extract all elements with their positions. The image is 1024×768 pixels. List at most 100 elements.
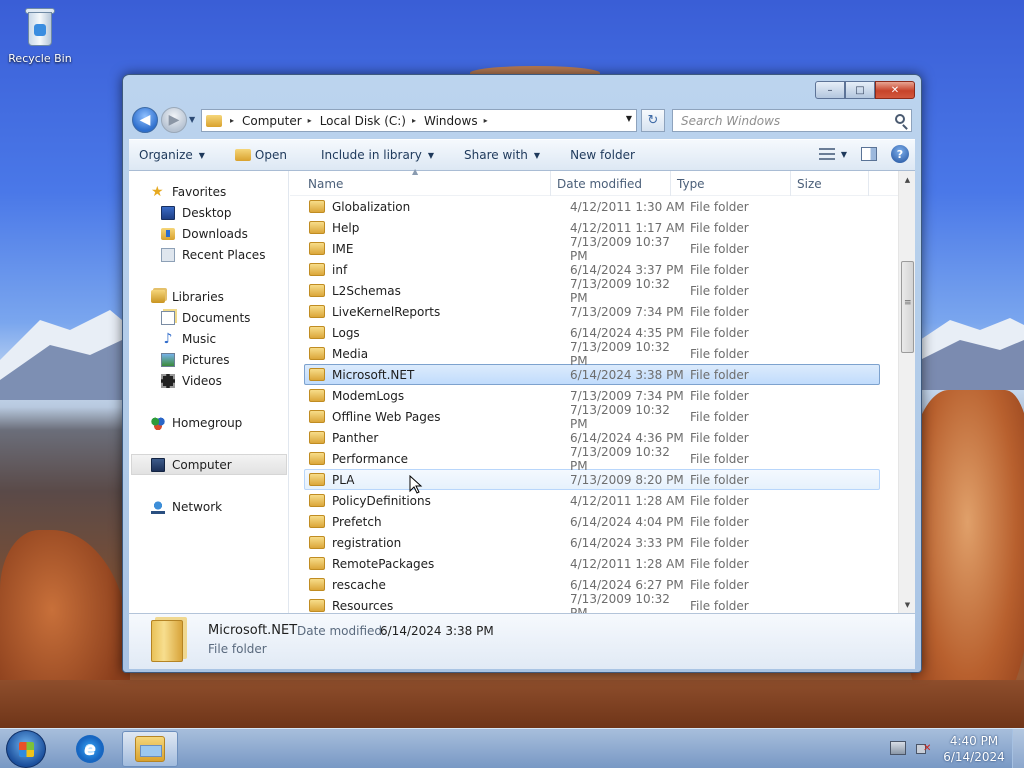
preview-pane-icon[interactable] — [861, 147, 877, 161]
search-icon[interactable] — [895, 114, 905, 124]
nav-favorites[interactable]: ★ Favorites — [129, 181, 288, 202]
folder-icon — [309, 284, 325, 297]
nav-label: Network — [172, 499, 223, 514]
clock[interactable]: 4:40 PM 6/14/2024 — [943, 733, 1005, 765]
breadcrumb-separator[interactable]: ▸ — [484, 116, 488, 125]
taskbar-internet-explorer[interactable]: e — [62, 731, 118, 767]
nav-videos[interactable]: Videos — [129, 370, 288, 391]
organize-button[interactable]: Organize ▼ — [129, 148, 215, 162]
change-view-icon[interactable] — [818, 148, 835, 160]
file-name: Panther — [332, 430, 379, 445]
nav-documents[interactable]: Documents — [129, 307, 288, 328]
file-date-modified: 4/12/2011 1:30 AM — [570, 199, 685, 214]
nav-network[interactable]: Network — [129, 496, 288, 517]
file-row[interactable]: LiveKernelReports 7/13/2009 7:34 PM File f… — [304, 301, 880, 322]
videos-icon — [161, 373, 175, 388]
file-type: File folder — [690, 220, 749, 235]
file-name: Resources — [332, 598, 394, 613]
breadcrumb-computer[interactable]: Computer — [242, 114, 302, 128]
breadcrumb-separator[interactable]: ▸ — [230, 116, 234, 125]
forward-button[interactable]: ▶ — [161, 107, 187, 133]
nav-computer[interactable]: Computer — [131, 454, 287, 475]
column-header-date-modified[interactable]: Date modified — [551, 171, 671, 196]
file-row[interactable]: IME 7/13/2009 10:37 PM File folder — [304, 235, 880, 263]
folder-open-icon — [234, 149, 251, 161]
file-row[interactable]: Prefetch 6/14/2024 4:04 PM File folder — [304, 511, 880, 532]
column-label: Size — [797, 176, 822, 191]
address-history-dropdown[interactable]: ▼ — [626, 114, 632, 123]
nav-desktop[interactable]: Desktop — [129, 202, 288, 223]
new-folder-label: New folder — [570, 148, 635, 162]
desktop-icon — [161, 205, 175, 220]
column-label: Name — [308, 176, 344, 191]
nav-label: Favorites — [172, 184, 227, 199]
taskbar-windows-explorer[interactable] — [122, 731, 178, 767]
scroll-down-arrow[interactable]: ▼ — [899, 596, 916, 613]
column-header-type[interactable]: Type — [671, 171, 791, 196]
nav-downloads[interactable]: Downloads — [129, 223, 288, 244]
include-in-library-button[interactable]: Include in library ▼ — [311, 148, 444, 162]
folder-icon — [309, 389, 325, 402]
file-type: File folder — [690, 598, 749, 613]
file-name: registration — [332, 535, 402, 550]
file-row[interactable]: Globalization 4/12/2011 1:30 AM File folde… — [304, 196, 880, 217]
scroll-up-arrow[interactable]: ▲ — [899, 171, 916, 188]
file-row[interactable]: PolicyDefinitions 4/12/2011 1:28 AM File f… — [304, 490, 880, 511]
nav-pictures[interactable]: Pictures — [129, 349, 288, 370]
search-input[interactable]: Search Windows — [672, 109, 912, 132]
column-header-name[interactable]: ▲ Name — [290, 167, 551, 196]
file-row[interactable]: Media 7/13/2009 10:32 PM File folder — [304, 340, 880, 368]
refresh-button[interactable]: ↻ — [641, 109, 665, 132]
file-row[interactable]: Performance 7/13/2009 10:32 PM File folder — [304, 445, 880, 473]
close-button[interactable]: ✕ — [875, 81, 915, 99]
file-row[interactable]: PLA 7/13/2009 8:20 PM File folder — [304, 469, 880, 490]
nav-libraries[interactable]: Libraries — [129, 286, 288, 307]
scroll-thumb[interactable] — [901, 261, 914, 353]
volume-muted-icon[interactable] — [916, 741, 932, 755]
action-center-icon[interactable] — [890, 741, 906, 755]
file-name: PLA — [332, 472, 355, 487]
minimize-button[interactable]: – — [815, 81, 845, 99]
file-row[interactable]: RemotePackages 4/12/2011 1:28 AM File fold… — [304, 553, 880, 574]
column-headers: ▲ Name Date modified Type Size — [290, 167, 900, 196]
nav-label: Desktop — [182, 205, 232, 220]
nav-label: Libraries — [172, 289, 224, 304]
breadcrumb-local-disk[interactable]: Local Disk (C:) — [320, 114, 406, 128]
open-button[interactable]: Open — [225, 148, 297, 162]
vertical-scrollbar[interactable]: ▲ ▼ — [898, 171, 915, 613]
file-type: File folder — [690, 556, 749, 571]
folder-icon — [309, 452, 325, 465]
file-row[interactable]: registration 6/14/2024 3:33 PM File folder — [304, 532, 880, 553]
breadcrumb-separator[interactable]: ▸ — [412, 116, 416, 125]
file-row[interactable]: L2Schemas 7/13/2009 10:32 PM File folder — [304, 277, 880, 305]
view-options-chevron-icon[interactable]: ▼ — [841, 150, 847, 159]
column-header-size[interactable]: Size — [791, 171, 869, 196]
file-row[interactable]: Offline Web Pages 7/13/2009 10:32 PM File … — [304, 403, 880, 431]
new-folder-button[interactable]: New folder — [560, 148, 645, 162]
nav-label: Pictures — [182, 352, 230, 367]
recent-pages-dropdown[interactable]: ▼ — [189, 115, 195, 124]
start-button[interactable] — [6, 730, 46, 768]
help-icon[interactable]: ? — [891, 145, 909, 163]
share-with-button[interactable]: Share with ▼ — [454, 148, 550, 162]
content-area: ★ Favorites Desktop Downloads Recent Pla… — [129, 167, 915, 620]
address-bar[interactable]: ▸ Computer ▸ Local Disk (C:) ▸ Windows ▸… — [201, 109, 637, 132]
folder-icon — [309, 557, 325, 570]
nav-music[interactable]: ♪ Music — [129, 328, 288, 349]
star-icon: ★ — [151, 183, 164, 200]
folder-icon — [309, 326, 325, 339]
show-desktop-button[interactable] — [1012, 729, 1024, 768]
folder-icon — [309, 410, 325, 423]
recycle-bin-desktop-icon[interactable]: Recycle Bin — [6, 6, 74, 65]
breadcrumb-windows[interactable]: Windows — [424, 114, 478, 128]
details-name: Microsoft.NET — [208, 623, 298, 638]
taskbar: e 4:40 PM 6/14/2024 — [0, 728, 1024, 768]
file-row[interactable]: Microsoft.NET 6/14/2024 3:38 PM File folde… — [304, 364, 880, 385]
nav-homegroup[interactable]: Homegroup — [129, 412, 288, 433]
breadcrumb-separator[interactable]: ▸ — [308, 116, 312, 125]
back-button[interactable]: ◀ — [132, 107, 158, 133]
nav-recent-places[interactable]: Recent Places — [129, 244, 288, 265]
file-date-modified: 7/13/2009 10:32 PM — [570, 276, 670, 305]
file-type: File folder — [690, 346, 749, 361]
maximize-button[interactable]: □ — [845, 81, 875, 99]
